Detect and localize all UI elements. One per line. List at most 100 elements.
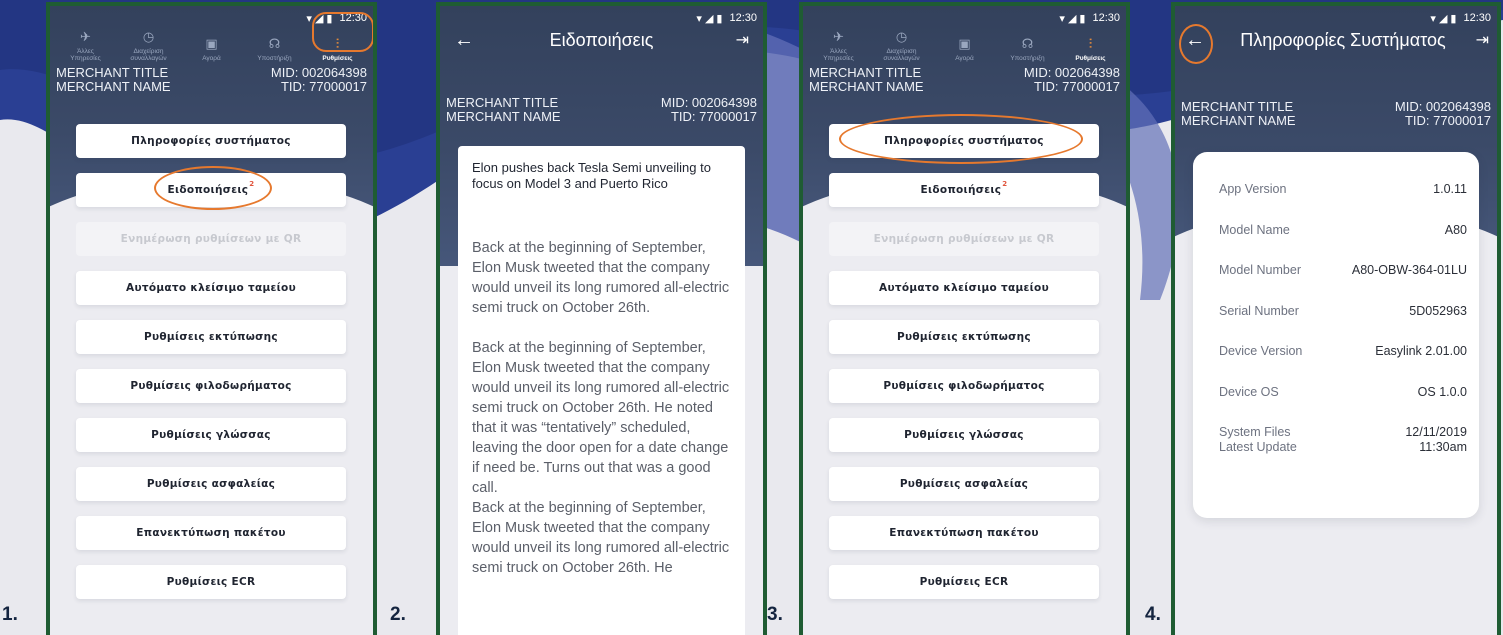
article-paragraph: Back at the beginning of September, Elon… xyxy=(472,500,730,576)
system-info-card: App Version 1.0.11 Model Name A80 Model … xyxy=(1193,152,1479,518)
qr-settings-update-button[interactable]: Ενημέρωση ρυθμίσεων με QR xyxy=(76,222,346,256)
security-settings-button[interactable]: Ρυθμίσεις ασφαλείας xyxy=(829,467,1099,501)
nav-transactions[interactable]: ◷ Διαχείριση συναλλαγών xyxy=(872,29,932,62)
info-value: A80-OBW-364-01LU xyxy=(1351,263,1467,277)
nav-support[interactable]: ☊ Υποστήριξη xyxy=(998,36,1058,62)
merchant-tid: TID: 77000017 xyxy=(670,109,757,124)
nav-label: Άλλες xyxy=(77,48,94,55)
merchant-mid: MID: 002064398 xyxy=(660,95,757,110)
nav-label: Αγορά xyxy=(202,55,221,62)
ecr-settings-button[interactable]: Ρυθμίσεις ECR xyxy=(829,565,1099,599)
phone-screen-settings-2: ▾ ◢ ▮ 12:30 ✈ Άλλες Υπηρεσίες ◷ Διαχείρι… xyxy=(799,2,1130,635)
nav-other-services[interactable]: ✈ Άλλες Υπηρεσίες xyxy=(56,29,116,62)
merchant-title: MERCHANT TITLE xyxy=(446,95,559,110)
merchant-info: MERCHANT TITLE MERCHANT NAME MID: 002064… xyxy=(809,66,1120,94)
clock-icon: ◷ xyxy=(142,29,155,44)
print-settings-button[interactable]: Ρυθμίσεις εκτύπωσης xyxy=(829,320,1099,354)
info-label: Device Version xyxy=(1219,344,1303,358)
nav-label: Αγορά xyxy=(955,55,974,62)
nav-support[interactable]: ☊ Υποστήριξη xyxy=(245,36,305,62)
merchant-title: MERCHANT TITLE xyxy=(1181,99,1294,114)
nav-label: Υποστήριξη xyxy=(1010,55,1045,62)
merchant-info: MERCHANT TITLE MERCHANT NAME MID: 002064… xyxy=(56,66,367,94)
nav-transactions[interactable]: ◷ Διαχείριση συναλλαγών xyxy=(119,29,179,62)
page-title: Πληροφορίες Συστήματος xyxy=(1240,29,1446,50)
reprint-batch-button[interactable]: Επανεκτύπωση πακέτου xyxy=(829,516,1099,550)
nav-settings[interactable]: ⫶ Ρυθμίσεις xyxy=(1061,36,1121,62)
nav-purchase[interactable]: ▣ Αγορά xyxy=(935,36,995,62)
nav-label: Υπηρεσίες xyxy=(70,55,101,62)
system-info-button[interactable]: Πληροφορίες συστήματος xyxy=(829,124,1099,158)
sliders-icon: ⫶ xyxy=(335,36,340,51)
info-row-model-number: Model Number A80-OBW-364-01LU xyxy=(1219,263,1467,304)
nav-label: συναλλαγών xyxy=(883,55,920,62)
nav-other-services[interactable]: ✈ Άλλες Υπηρεσίες xyxy=(809,29,869,62)
settings-menu: Πληροφορίες συστήματος Ειδοποιήσεις 2 Ενη… xyxy=(829,124,1099,614)
notifications-label: Ειδοποιήσεις xyxy=(920,184,1002,196)
nav-label: Υπηρεσίες xyxy=(823,55,854,62)
sliders-icon: ⫶ xyxy=(1088,36,1093,51)
merchant-tid: TID: 77000017 xyxy=(1404,113,1491,128)
logout-icon[interactable]: ⇥ xyxy=(736,30,749,50)
system-info-button[interactable]: Πληροφορίες συστήματος xyxy=(76,124,346,158)
language-settings-button[interactable]: Ρυθμίσεις γλώσσας xyxy=(76,418,346,452)
article-paragraph: Back at the beginning of September, Elon… xyxy=(472,240,730,316)
ecr-settings-button[interactable]: Ρυθμίσεις ECR xyxy=(76,565,346,599)
info-value-time: 11:30am xyxy=(1419,440,1467,454)
step-number-3: 3. xyxy=(767,604,783,625)
auto-close-register-button[interactable]: Αυτόματο κλείσιμο ταμείου xyxy=(829,271,1099,305)
nav-label: Ρυθμίσεις xyxy=(322,55,353,62)
reprint-batch-button[interactable]: Επανεκτύπωση πακέτου xyxy=(76,516,346,550)
settings-menu: Πληροφορίες συστήματος Ειδοποιήσεις 2 Ενη… xyxy=(76,124,346,614)
plane-icon: ✈ xyxy=(80,29,91,44)
back-arrow-icon[interactable]: ← xyxy=(454,29,474,52)
info-value: 5D052963 xyxy=(1409,303,1467,318)
info-label: Device OS xyxy=(1219,384,1279,399)
info-row-system-files: System Files Latest Update 12/11/2019 11… xyxy=(1219,425,1467,477)
title-bar: ← Ειδοποιήσεις ⇥ xyxy=(440,22,763,58)
info-label-line: System Files xyxy=(1219,425,1291,439)
nav-label: Διαχείριση xyxy=(886,48,917,55)
tip-settings-button[interactable]: Ρυθμίσεις φιλοδωρήματος xyxy=(76,369,346,403)
info-label: Model Name xyxy=(1219,222,1290,237)
top-navigation: ✈ Άλλες Υπηρεσίες ◷ Διαχείριση συναλλαγώ… xyxy=(50,18,373,62)
article-headline: Elon pushes back Tesla Semi unveiling to… xyxy=(472,160,711,191)
step-number-4: 4. xyxy=(1145,604,1161,625)
info-value: A80 xyxy=(1444,222,1467,237)
language-settings-button[interactable]: Ρυθμίσεις γλώσσας xyxy=(829,418,1099,452)
merchant-mid: MID: 002064398 xyxy=(270,65,367,80)
info-value: Easylink 2.01.00 xyxy=(1375,344,1467,358)
notification-badge: 2 xyxy=(1002,180,1008,188)
info-row-model-name: Model Name A80 xyxy=(1219,223,1467,264)
logout-icon[interactable]: ⇥ xyxy=(1476,30,1489,50)
support-icon: ☊ xyxy=(268,36,281,51)
notifications-button[interactable]: Ειδοποιήσεις 2 xyxy=(829,173,1099,207)
tip-settings-button[interactable]: Ρυθμίσεις φιλοδωρήματος xyxy=(829,369,1099,403)
top-navigation: ✈ Άλλες Υπηρεσίες ◷ Διαχείριση συναλλαγώ… xyxy=(803,18,1126,62)
notification-badge: 2 xyxy=(249,180,255,188)
qr-settings-update-button[interactable]: Ενημέρωση ρυθμίσεων με QR xyxy=(829,222,1099,256)
nav-settings[interactable]: ⫶ Ρυθμίσεις xyxy=(308,36,368,62)
phone-screen-settings-1: ▾ ◢ ▮ 12:30 ✈ Άλλες Υπηρεσίες ◷ Διαχείρι… xyxy=(46,2,377,635)
step-number-2: 2. xyxy=(390,604,406,625)
notifications-button[interactable]: Ειδοποιήσεις 2 xyxy=(76,173,346,207)
page-title: Ειδοποιήσεις xyxy=(549,29,654,50)
info-value: OS 1.0.0 xyxy=(1417,384,1467,399)
merchant-info: MERCHANT TITLE MERCHANT NAME MID: 002064… xyxy=(1181,100,1491,128)
notifications-label: Ειδοποιήσεις xyxy=(167,184,249,196)
info-row-app-version: App Version 1.0.11 xyxy=(1219,182,1467,223)
merchant-mid: MID: 002064398 xyxy=(1394,99,1491,114)
info-row-device-version: Device Version Easylink 2.01.00 xyxy=(1219,344,1467,385)
article-paragraph: Back at the beginning of September, Elon… xyxy=(472,340,730,496)
notification-article[interactable]: Elon pushes back Tesla Semi unveiling to… xyxy=(458,146,745,635)
bag-icon: ▣ xyxy=(958,36,971,51)
merchant-mid: MID: 002064398 xyxy=(1023,65,1120,80)
nav-label: Ρυθμίσεις xyxy=(1075,55,1106,62)
back-arrow-icon[interactable]: ← xyxy=(1185,29,1205,52)
auto-close-register-button[interactable]: Αυτόματο κλείσιμο ταμείου xyxy=(76,271,346,305)
phone-screen-system-info: ▾ ◢ ▮ 12:30 ← Πληροφορίες Συστήματος ⇥ M… xyxy=(1171,2,1501,635)
security-settings-button[interactable]: Ρυθμίσεις ασφαλείας xyxy=(76,467,346,501)
print-settings-button[interactable]: Ρυθμίσεις εκτύπωσης xyxy=(76,320,346,354)
nav-purchase[interactable]: ▣ Αγορά xyxy=(182,36,242,62)
info-label-line: Latest Update xyxy=(1219,440,1297,454)
